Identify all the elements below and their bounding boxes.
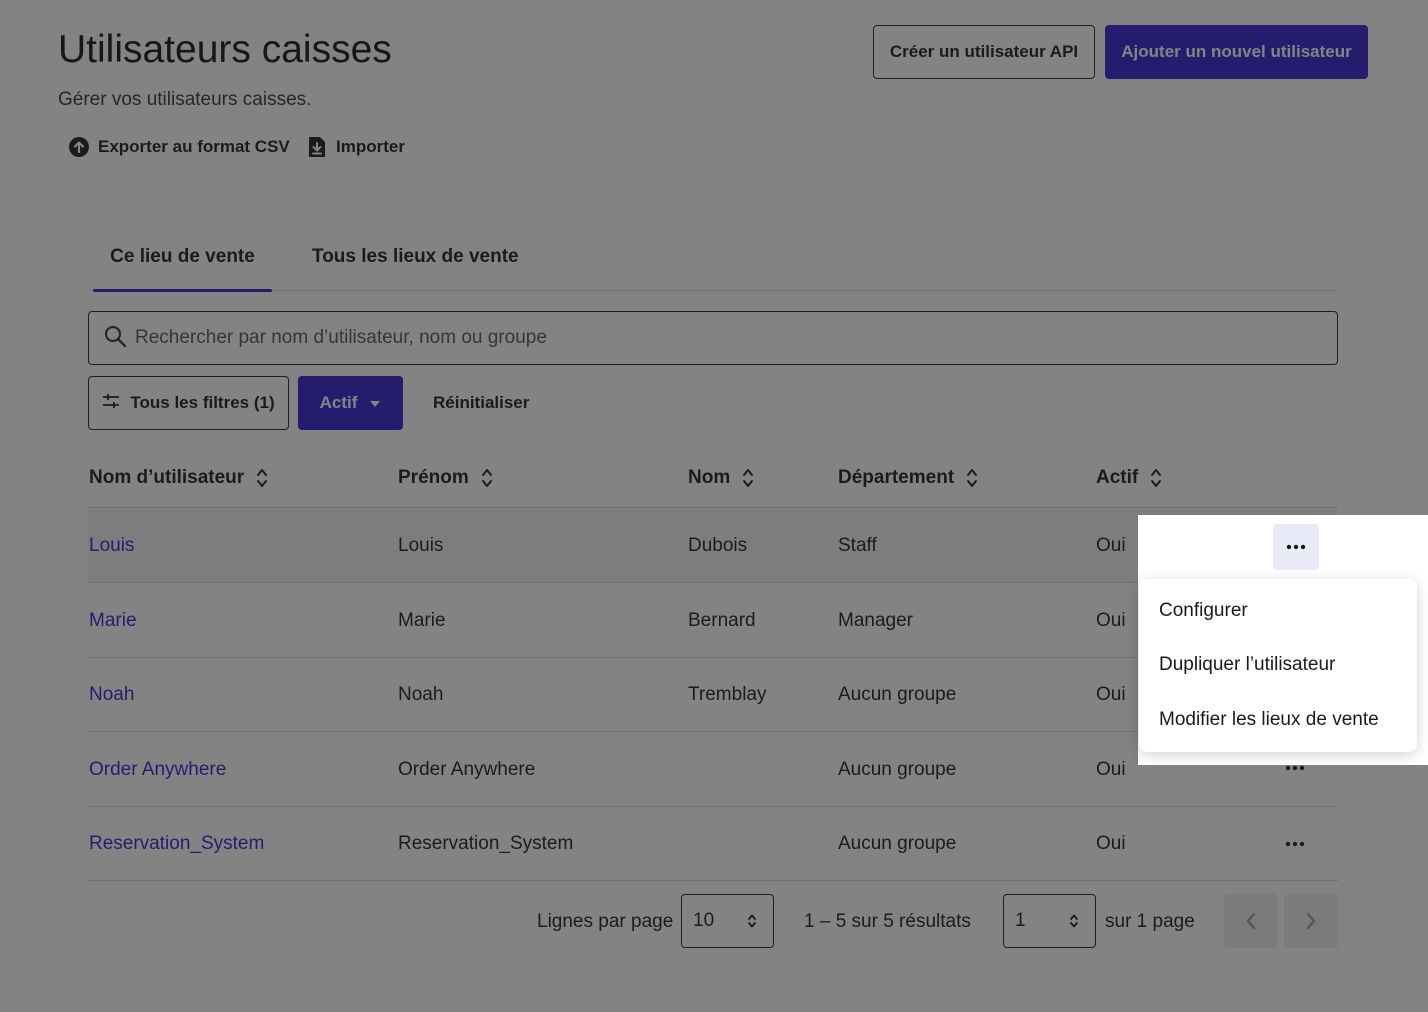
reset-filters-button[interactable]: Réinitialiser xyxy=(433,376,529,430)
department-cell: Staff xyxy=(838,535,877,556)
active-cell: Oui xyxy=(1096,684,1126,705)
page-title: Utilisateurs caisses xyxy=(58,28,392,71)
search-input[interactable] xyxy=(135,327,1315,349)
import-button[interactable]: Importer xyxy=(306,134,405,160)
rows-per-page-select[interactable]: 10 xyxy=(681,894,774,948)
tab-current-location[interactable]: Ce lieu de vente xyxy=(93,238,272,292)
next-page-button[interactable] xyxy=(1284,894,1338,948)
column-username-label: Nom d’utilisateur xyxy=(89,467,245,488)
previous-page-button[interactable] xyxy=(1224,894,1278,948)
department-cell: Aucun groupe xyxy=(838,759,957,780)
active-cell: Oui xyxy=(1096,535,1126,556)
department-cell: Manager xyxy=(838,610,913,631)
department-cell: Aucun groupe xyxy=(838,833,957,854)
column-department-label: Département xyxy=(838,467,955,488)
page-number-input[interactable]: 1 xyxy=(1003,894,1096,948)
active-cell: Oui xyxy=(1096,759,1126,780)
department-cell: Aucun groupe xyxy=(838,684,957,705)
all-filters-button[interactable]: Tous les filtres (1) xyxy=(88,376,289,430)
table-row: Reservation_System Reservation_System Au… xyxy=(88,807,1338,881)
first-name-cell: Marie xyxy=(398,610,446,631)
caret-down-icon xyxy=(369,393,381,413)
row-context-menu: Configurer Dupliquer l’utilisateur Modif… xyxy=(1139,579,1417,752)
sort-icon xyxy=(481,467,493,489)
results-count: 1 – 5 sur 5 résultats xyxy=(804,911,971,932)
row-more-button-open[interactable] xyxy=(1273,524,1319,570)
column-username[interactable]: Nom d’utilisateur xyxy=(89,448,268,508)
spinner-arrows-icon xyxy=(748,914,756,928)
username-link[interactable]: Reservation_System xyxy=(89,807,264,881)
create-api-user-button[interactable]: Créer un utilisateur API xyxy=(873,25,1095,79)
column-last-name[interactable]: Nom xyxy=(688,448,754,508)
first-name-cell: Noah xyxy=(398,684,444,705)
last-name-cell: Tremblay xyxy=(688,684,767,705)
active-filter-dropdown[interactable]: Actif xyxy=(298,376,403,430)
last-name-cell: Bernard xyxy=(688,610,756,631)
sort-icon xyxy=(1150,467,1162,489)
import-file-icon xyxy=(306,136,328,158)
upload-cloud-icon xyxy=(68,136,90,158)
pagination: Lignes par page 10 1 – 5 sur 5 résultats… xyxy=(88,894,1338,950)
more-horizontal-icon xyxy=(1285,841,1305,847)
first-name-cell: Reservation_System xyxy=(398,833,574,854)
menu-item-configure[interactable]: Configurer xyxy=(1159,591,1248,631)
sort-icon xyxy=(256,467,268,489)
active-cell: Oui xyxy=(1096,833,1126,854)
add-user-button[interactable]: Ajouter un nouvel utilisateur xyxy=(1105,25,1368,79)
search-icon xyxy=(103,324,127,353)
page-number-value: 1 xyxy=(1015,910,1026,931)
username-link[interactable]: Order Anywhere xyxy=(89,733,226,807)
chevron-right-icon xyxy=(1306,912,1316,930)
column-first-name-label: Prénom xyxy=(398,467,469,488)
more-horizontal-icon xyxy=(1286,544,1306,550)
rows-per-page-label: Lignes par page xyxy=(537,911,674,932)
tab-all-locations[interactable]: Tous les lieux de vente xyxy=(312,238,519,291)
rows-per-page-value: 10 xyxy=(693,910,715,931)
username-link[interactable]: Marie xyxy=(89,584,137,658)
active-filter-label: Actif xyxy=(319,393,358,412)
first-name-cell: Louis xyxy=(398,535,444,556)
row-more-button[interactable] xyxy=(1272,821,1318,867)
filter-sliders-icon xyxy=(102,393,120,414)
export-csv-button[interactable]: Exporter au format CSV xyxy=(68,134,290,160)
export-csv-label: Exporter au format CSV xyxy=(98,137,290,156)
column-active[interactable]: Actif xyxy=(1096,448,1162,508)
sort-icon xyxy=(966,467,978,489)
more-horizontal-icon xyxy=(1285,765,1305,771)
import-label: Importer xyxy=(336,137,405,156)
first-name-cell: Order Anywhere xyxy=(398,759,536,780)
column-department[interactable]: Département xyxy=(838,448,978,508)
menu-item-edit-locations[interactable]: Modifier les lieux de vente xyxy=(1159,700,1379,740)
column-active-label: Actif xyxy=(1096,467,1139,488)
column-last-name-label: Nom xyxy=(688,467,731,488)
page-subtitle: Gérer vos utilisateurs caisses. xyxy=(58,89,312,110)
all-filters-label: Tous les filtres (1) xyxy=(130,393,275,412)
sort-icon xyxy=(742,467,754,489)
menu-item-duplicate-user[interactable]: Dupliquer l’utilisateur xyxy=(1159,645,1335,685)
username-link[interactable]: Noah xyxy=(89,658,134,732)
page: Utilisateurs caisses Gérer vos utilisate… xyxy=(0,0,1428,1012)
active-cell: Oui xyxy=(1096,610,1126,631)
spinner-arrows-icon xyxy=(1070,914,1078,928)
location-tabs: Ce lieu de vente Tous les lieux de vente xyxy=(93,238,1338,292)
column-first-name[interactable]: Prénom xyxy=(398,448,493,508)
chevron-left-icon xyxy=(1246,912,1256,930)
table-header: Nom d’utilisateur Prénom Nom Département… xyxy=(88,448,1338,508)
username-link[interactable]: Louis xyxy=(89,509,134,583)
search-box xyxy=(88,311,1338,365)
last-name-cell: Dubois xyxy=(688,535,748,556)
page-total: sur 1 page xyxy=(1105,911,1195,932)
